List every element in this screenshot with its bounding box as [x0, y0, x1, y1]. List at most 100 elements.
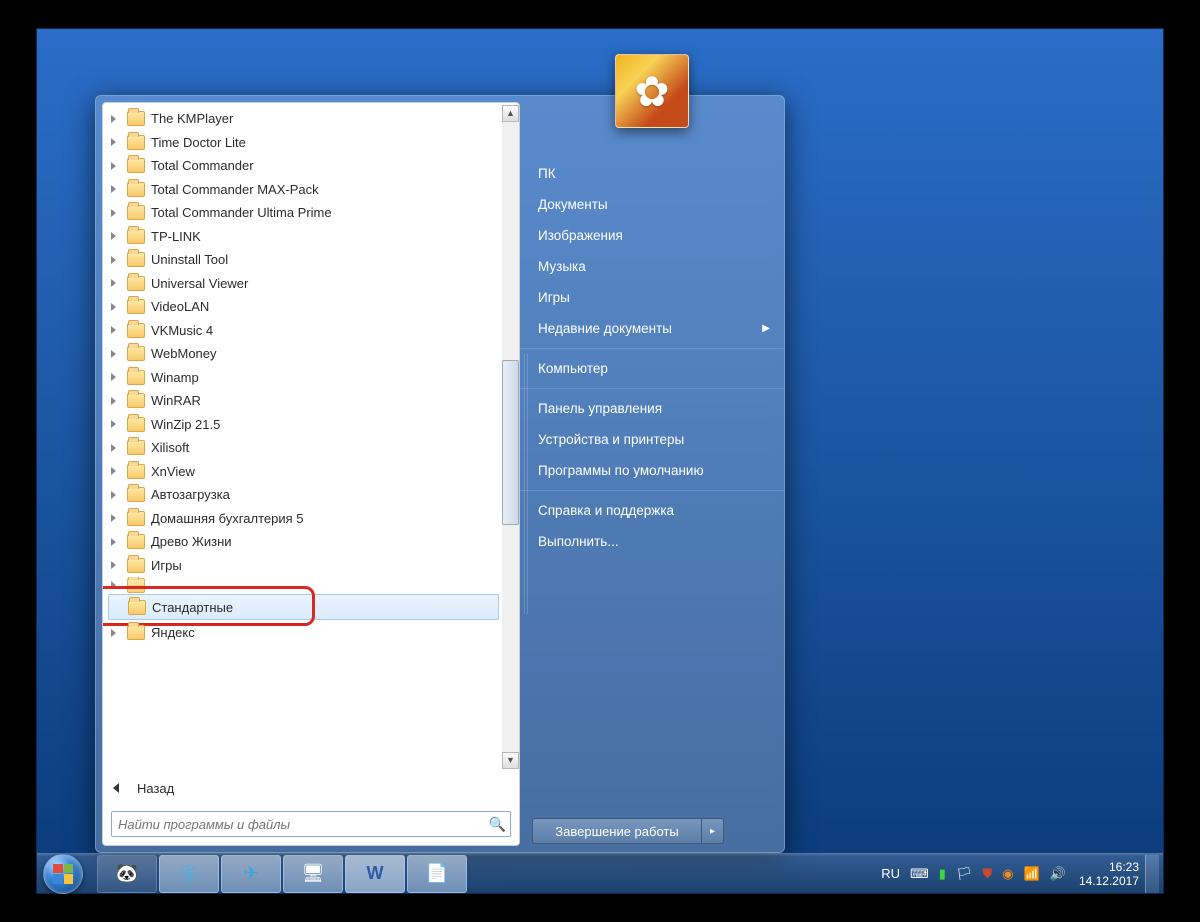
program-folder-item[interactable]: Winamp [105, 366, 517, 390]
expand-triangle-icon [111, 303, 116, 311]
program-folder-label: VKMusic 4 [151, 323, 213, 338]
user-avatar[interactable]: ✿ [615, 54, 689, 128]
expand-triangle-icon [111, 256, 116, 264]
program-folder-item[interactable]: Uninstall Tool [105, 248, 517, 272]
right-panel-item[interactable]: Выполнить... [520, 526, 784, 557]
keyboard-icon[interactable]: ⌨ [910, 866, 929, 882]
program-folder-item[interactable]: Xilisoft [105, 436, 517, 460]
right-panel-label: Панель управления [538, 401, 662, 416]
expand-triangle-icon [111, 491, 116, 499]
program-folder-item[interactable]: WebMoney [105, 342, 517, 366]
system-tray: RU ⌨ ▮ 🏳 ⛊ ◉ 📶 🔊 16:23 14.12.2017 [876, 855, 1163, 893]
taskbar-button-skype[interactable]: Ⓢ [159, 855, 219, 893]
taskbar: 🐼 Ⓢ ✈ 🖥 W 📄 RU ⌨ ▮ 🏳 ⛊ ◉ 📶 🔊 16:23 14.12… [37, 853, 1163, 893]
right-panel-label: Справка и поддержка [538, 503, 674, 518]
right-panel-label: Изображения [538, 228, 623, 243]
right-panel-item[interactable]: Справка и поддержка [520, 490, 784, 526]
expand-triangle-icon [111, 350, 116, 358]
program-folder-item[interactable]: Total Commander [105, 154, 517, 178]
expand-triangle-icon [111, 279, 116, 287]
scroll-down-button[interactable]: ▼ [502, 752, 519, 769]
right-grip [524, 354, 528, 614]
right-panel-item[interactable]: Программы по умолчанию [520, 455, 784, 486]
program-folder-item[interactable]: WinRAR [105, 389, 517, 413]
program-folder-item[interactable]: Домашняя бухгалтерия 5 [105, 507, 517, 531]
scroll-thumb[interactable] [502, 360, 519, 525]
right-panel-item[interactable]: Устройства и принтеры [520, 424, 784, 455]
taskbar-button-panda[interactable]: 🐼 [97, 855, 157, 893]
language-indicator[interactable]: RU [881, 866, 900, 881]
expand-triangle-icon [111, 115, 116, 123]
program-folder-item[interactable]: Автозагрузка [105, 483, 517, 507]
right-panel-label: Программы по умолчанию [538, 463, 704, 478]
program-folder-item[interactable]: Total Commander Ultima Prime [105, 201, 517, 225]
program-folder-item[interactable]: TP-LINK [105, 225, 517, 249]
highlighted-row-wrapper: Стандартные [105, 594, 517, 620]
program-folder-item[interactable]: VKMusic 4 [105, 319, 517, 343]
program-folder-item[interactable]: The KMPlayer [105, 107, 517, 131]
tray-flag-icon[interactable]: 🏳 [956, 866, 973, 882]
search-area: 🔍 [103, 805, 519, 845]
network-icon[interactable]: 📶 [1024, 866, 1040, 882]
scrollbar[interactable]: ▲ ▼ [502, 105, 519, 769]
tray-shield-icon[interactable]: ⛊ [982, 866, 992, 882]
search-icon: 🔍 [489, 816, 506, 833]
clock[interactable]: 16:23 14.12.2017 [1079, 860, 1139, 888]
folder-icon [127, 417, 145, 432]
shutdown-options-arrow[interactable]: ▸ [702, 818, 724, 844]
program-folder-item[interactable]: WinZip 21.5 [105, 413, 517, 437]
shutdown-split-button[interactable]: Завершение работы ▸ [532, 818, 724, 844]
program-folder-item[interactable]: Древо Жизни [105, 530, 517, 554]
back-button[interactable]: Назад [103, 771, 519, 805]
program-folder-item-highlighted[interactable]: Стандартные [108, 594, 499, 620]
folder-icon [127, 370, 145, 385]
taskbar-button-telegram[interactable]: ✈ [221, 855, 281, 893]
folder-icon [127, 440, 145, 455]
right-panel-item[interactable]: Игры [520, 282, 784, 313]
tray-green-icon[interactable]: ▮ [939, 866, 946, 882]
start-menu-right-panel: ✿ ПКДокументыИзображенияМузыкаИгрыНедавн… [520, 96, 784, 852]
program-folder-item[interactable]: Universal Viewer [105, 272, 517, 296]
taskbar-button-monitor[interactable]: 🖥 [283, 855, 343, 893]
right-panel-item[interactable]: Компьютер [520, 348, 784, 384]
right-panel-item[interactable]: Панель управления [520, 388, 784, 424]
program-folder-item[interactable]: Total Commander MAX-Pack [105, 178, 517, 202]
desktop: The KMPlayerTime Doctor LiteTotal Comman… [36, 28, 1164, 894]
program-folder-item[interactable]: Time Doctor Lite [105, 131, 517, 155]
program-folder-item[interactable] [105, 577, 517, 593]
taskbar-button-notepad[interactable]: 📄 [407, 855, 467, 893]
right-panel-label: Устройства и принтеры [538, 432, 684, 447]
show-desktop-button[interactable] [1145, 855, 1159, 893]
scroll-up-button[interactable]: ▲ [502, 105, 519, 122]
program-folder-item[interactable]: Яндекс [105, 621, 517, 645]
taskbar-button-word[interactable]: W [345, 855, 405, 893]
program-folder-item[interactable]: XnView [105, 460, 517, 484]
windows-logo-icon [53, 864, 73, 884]
all-programs-list: The KMPlayerTime Doctor LiteTotal Comman… [103, 103, 519, 771]
folder-icon [127, 511, 145, 526]
folder-icon [127, 393, 145, 408]
program-folder-item[interactable]: VideoLAN [105, 295, 517, 319]
expand-triangle-icon [111, 209, 116, 217]
scroll-track[interactable] [502, 122, 519, 752]
program-folder-label: Total Commander Ultima Prime [151, 205, 332, 220]
shutdown-button[interactable]: Завершение работы [532, 818, 702, 844]
tray-orange-icon[interactable]: ◉ [1002, 866, 1013, 882]
flower-icon: ✿ [634, 67, 669, 116]
volume-icon[interactable]: 🔊 [1050, 866, 1066, 882]
expand-triangle-icon [111, 138, 116, 146]
right-panel-item[interactable]: Музыка [520, 251, 784, 282]
start-orb[interactable] [43, 854, 83, 894]
right-panel-item[interactable]: Недавние документы▶ [520, 313, 784, 344]
search-box[interactable]: 🔍 [111, 811, 511, 837]
right-panel-item[interactable]: Документы [520, 189, 784, 220]
right-panel-item[interactable]: ПК [520, 158, 784, 189]
program-folder-label: VideoLAN [151, 299, 209, 314]
clock-date: 14.12.2017 [1079, 874, 1139, 888]
expand-triangle-icon [111, 629, 116, 637]
expand-triangle-icon [111, 514, 116, 522]
shutdown-label: Завершение работы [555, 824, 678, 839]
program-folder-item[interactable]: Игры [105, 554, 517, 578]
search-input[interactable] [118, 817, 489, 832]
right-panel-item[interactable]: Изображения [520, 220, 784, 251]
